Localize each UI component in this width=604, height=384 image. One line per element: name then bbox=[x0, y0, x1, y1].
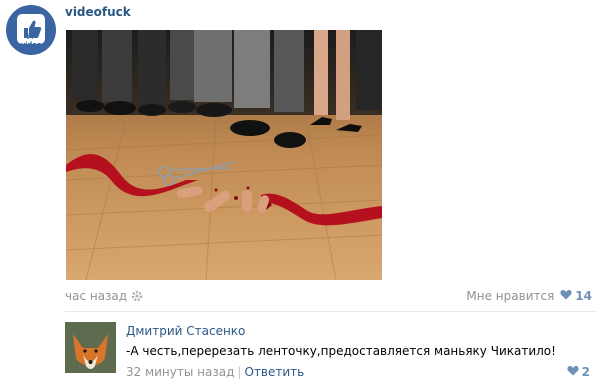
comments-divider bbox=[65, 311, 596, 312]
comment-like-count: 2 bbox=[581, 365, 590, 379]
post-meta: час назад bbox=[65, 289, 143, 305]
heart-icon bbox=[560, 289, 572, 303]
like-label: Мне нравится bbox=[466, 289, 555, 303]
photo-image bbox=[66, 30, 382, 280]
post-like-button[interactable]: Мне нравится 14 bbox=[466, 289, 592, 303]
reply-link[interactable]: Ответить bbox=[244, 365, 304, 379]
gear-icon[interactable] bbox=[131, 290, 143, 305]
post-time[interactable]: час назад bbox=[65, 289, 127, 303]
post-author-link[interactable]: videofuck bbox=[65, 5, 131, 19]
commenter-avatar[interactable] bbox=[65, 322, 116, 373]
comment-author-link[interactable]: Дмитрий Стасенко bbox=[126, 324, 245, 338]
meta-separator: | bbox=[237, 365, 242, 379]
like-count: 14 bbox=[575, 289, 592, 303]
community-avatar[interactable]: i♥ video bbox=[6, 5, 56, 55]
comment-time[interactable]: 32 минуты назад bbox=[126, 365, 234, 379]
comment-meta: 32 минуты назад | Ответить bbox=[126, 365, 304, 379]
comment-like-button[interactable]: 2 bbox=[567, 365, 590, 379]
comment-text: -А честь,перерезать ленточку,предоставля… bbox=[126, 344, 556, 358]
heart-icon bbox=[567, 365, 579, 379]
avatar-logo-text: i♥ video bbox=[20, 33, 42, 49]
post-photo[interactable] bbox=[66, 30, 382, 280]
